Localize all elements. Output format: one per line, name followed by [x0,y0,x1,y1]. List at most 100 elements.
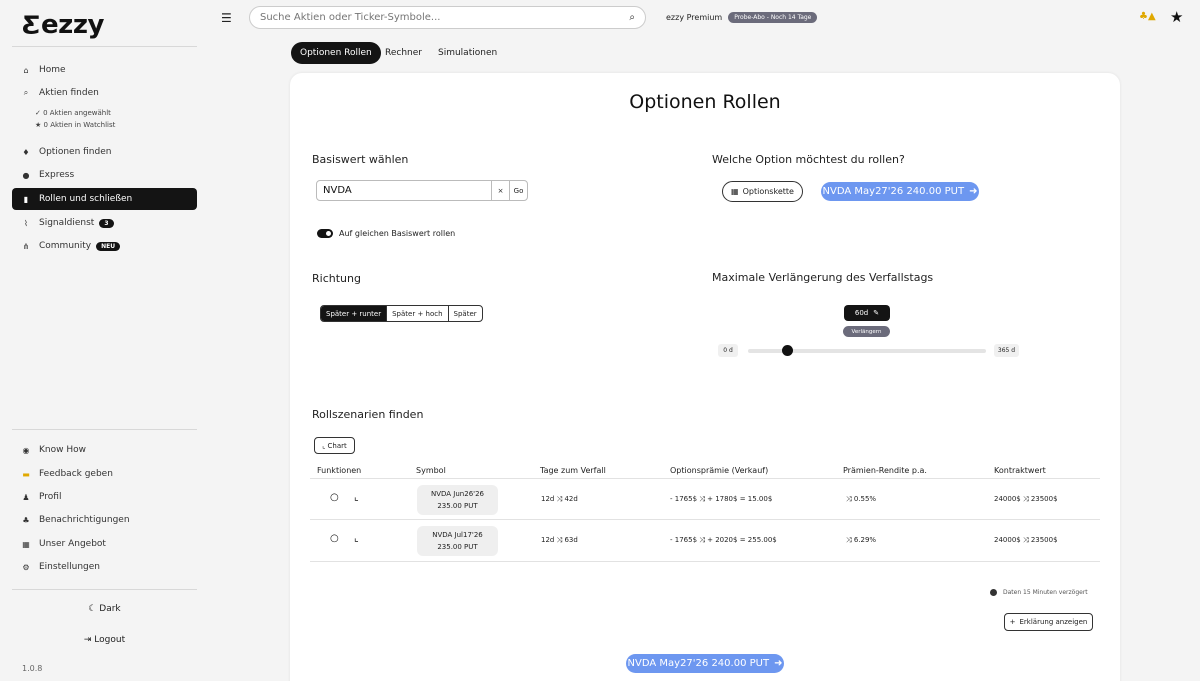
hamburger-menu-icon[interactable]: ☰ [221,11,232,25]
chart-button[interactable]: ⌞ Chart [314,437,355,454]
extension-value-tag[interactable]: 60d ✎ [844,305,890,321]
pencil-icon: ✎ [873,309,880,317]
sidebar-sub-selected[interactable]: ✓ 0 Aktien angewählt [35,109,111,117]
sidebar-item-label: Community [39,241,92,251]
ticker-input[interactable] [317,181,491,200]
direction-later-down[interactable]: Später + runter [321,306,388,321]
search-icon[interactable]: ⌕ [629,12,635,23]
search-bar[interactable]: ⌕ [249,6,646,29]
sidebar-item-home[interactable]: ⌂ Home [12,59,197,81]
login-arrow-icon: ➜ [774,658,783,669]
login-arrow-icon: ➜ [969,186,978,197]
days-cell: 12d ⤨ 63d [541,536,578,545]
signal-icon: ⌇ [24,218,28,228]
logo-text: ezzy [41,10,104,40]
sidebar-item-find-stocks[interactable]: ⌕ Aktien finden [12,82,197,104]
sidebar-item-roll-close[interactable]: ▮ Rollen und schließen [12,188,197,210]
extension-value: 60d [854,309,869,317]
tab-roll-options[interactable]: Optionen Rollen [291,42,381,64]
sidebar-item-community[interactable]: ⋔ Community NEU [12,235,197,257]
sidebar-item-notifications[interactable]: ♣ Benachrichtigungen [12,509,197,531]
chart-label: Chart [327,441,347,450]
toggle-label: Auf gleichen Basiswert rollen [339,229,456,238]
swap-icon: ⤨ [1022,495,1029,503]
sidebar-item-label: Aktien finden [39,88,99,98]
sidebar-item-know-how[interactable]: ◉ Know How [12,439,197,461]
swap-icon: ⤨ [1022,536,1029,544]
table-row-divider [310,561,1100,562]
premium-from: - 1765$ [670,536,698,544]
yield-cell: ⤨ 6.29% [846,536,876,545]
notification-warning-icon[interactable]: ♣▲ [1139,11,1156,22]
sidebar-sub-watchlist[interactable]: ★ 0 Aktien in Watchlist [35,121,115,129]
logout-button[interactable]: ⇥ Logout [12,635,197,645]
sidebar-item-offer[interactable]: ▦ Unser Angebot [12,533,197,555]
direction-later[interactable]: Später [449,306,482,321]
home-icon: ⌂ [23,65,29,75]
symbol-pill[interactable]: NVDA Jul17'26 235.00 PUT [417,526,498,556]
sidebar-item-settings[interactable]: ⚙ Einstellungen [12,556,197,578]
dark-mode-toggle[interactable]: ☾ Dark [12,604,197,614]
direction-later-up[interactable]: Später + hoch [387,306,449,321]
clear-button[interactable]: × [491,181,509,200]
toggle-switch[interactable] [317,229,333,238]
premium-cell: - 1765$ ⤨ + 1780$ = 15.00$ [670,495,772,504]
swap-icon: ⤨ [699,495,705,503]
days-to: 42d [564,495,578,503]
swap-icon: ⤨ [556,495,563,503]
trophy-icon: ♦ [22,147,30,157]
contract-value-cell: 24000$ ⤨ 23500$ [994,495,1058,504]
sidebar-item-profile[interactable]: ♟ Profil [12,486,197,508]
tab-calculator[interactable]: Rechner [376,42,431,64]
col-header-symbol: Symbol [416,466,446,475]
selected-option-label: NVDA May27'26 240.00 PUT [822,186,965,197]
selected-option-label: NVDA May27'26 240.00 PUT [627,658,770,669]
symbol-name: NVDA Jun26'26 [431,490,484,498]
selected-option-button[interactable]: NVDA May27'26 240.00 PUT ➜ [821,182,979,201]
delay-text: Daten 15 Minuten verzögert [1003,589,1088,596]
sidebar-item-express[interactable]: ● Express [12,164,197,186]
document-icon: ▮ [23,194,29,204]
bottom-selected-option-button[interactable]: NVDA May27'26 240.00 PUT ➜ [626,654,784,673]
sidebar-item-label: Home [39,65,66,75]
select-circle-icon[interactable]: ○ [330,492,339,503]
col-header-days: Tage zum Verfall [540,466,606,475]
sidebar-item-signals[interactable]: ⌇ Signaldienst 3 [12,212,197,234]
symbol-pill[interactable]: NVDA Jun26'26 235.00 PUT [417,485,498,515]
sidebar-item-feedback[interactable]: ▬ Feedback geben [12,463,197,485]
user-icon: ♟ [22,492,30,502]
premium-to: + 2020$ = 255.00$ [707,536,777,544]
eye-icon: ◉ [22,445,30,455]
chart-line-icon[interactable]: ⌞ [354,533,359,544]
watchlist-star-icon[interactable]: ★ [1170,8,1183,26]
go-button[interactable]: Go [509,181,527,200]
same-underlying-toggle[interactable]: Auf gleichen Basiswert rollen [317,229,455,238]
show-explanation-button[interactable]: + Erklärung anzeigen [1004,613,1093,631]
swap-icon: ⤨ [556,536,563,544]
select-circle-icon[interactable]: ○ [330,533,339,544]
days-from: 12d [541,495,555,503]
grid-icon: ▦ [22,539,30,549]
swap-icon: ⤨ [846,536,852,544]
extend-button[interactable]: Verlängern [843,326,890,337]
option-chain-button[interactable]: ▦ Optionskette [722,181,803,202]
option-chain-label: Optionskette [742,187,794,196]
sidebar-item-label: Signaldienst [39,218,95,228]
logo[interactable]: Ƹ ezzy [22,10,104,40]
extension-slider-thumb[interactable] [781,345,793,356]
yield-value: 6.29% [853,536,877,544]
chart-line-icon[interactable]: ⌞ [354,492,359,503]
col-header-yield: Prämien-Rendite p.a. [843,466,927,475]
sidebar-item-label: Know How [39,445,86,455]
sidebar-item-label: Profil [39,492,62,502]
col-header-premium: Optionsprämie (Verkauf) [670,466,769,475]
symbol-strike: 235.00 PUT [437,543,478,551]
tab-simulations[interactable]: Simulationen [429,42,506,64]
sidebar-item-find-options[interactable]: ♦ Optionen finden [12,141,197,163]
sidebar-sub-label: 0 Aktien angewählt [43,109,111,117]
premium-to: + 1780$ = 15.00$ [707,495,773,503]
premium-status[interactable]: ezzy Premium Probe-Abo - Noch 14 Tage [666,12,818,23]
contract-to: 23500$ [1030,536,1058,544]
search-input[interactable] [260,12,630,23]
sidebar-divider [12,429,197,430]
